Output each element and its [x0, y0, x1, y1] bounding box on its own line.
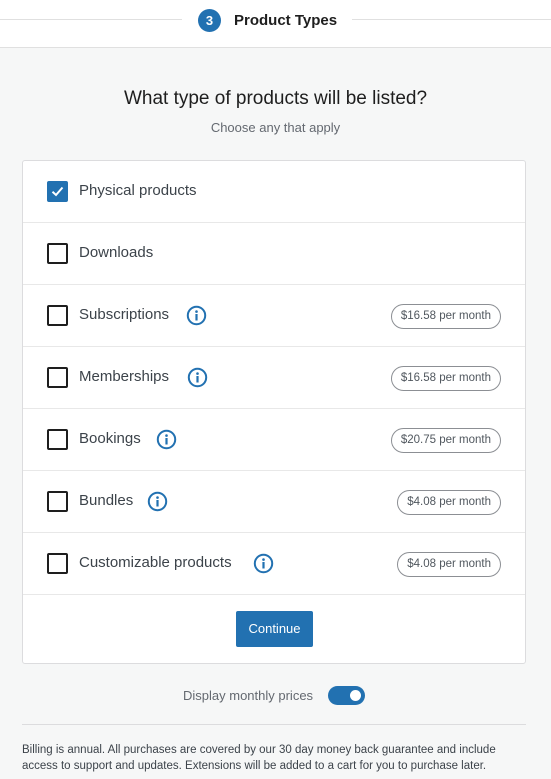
continue-button[interactable]: Continue	[236, 611, 313, 647]
info-icon[interactable]	[147, 491, 168, 512]
option-row-customizable-products[interactable]: Customizable products $4.08 per month	[23, 533, 525, 595]
price-badge: $4.08 per month	[397, 490, 501, 515]
option-label: Memberships	[79, 368, 170, 385]
option-row-bookings[interactable]: Bookings $20.75 per month	[23, 409, 525, 471]
product-types-card: Physical products Downloads Subscription…	[22, 160, 526, 664]
price-badge: $20.75 per month	[390, 428, 501, 453]
price-badge: $16.58 per month	[390, 304, 501, 329]
memberships-checkbox[interactable]	[47, 367, 68, 388]
info-icon[interactable]	[156, 429, 177, 450]
price-badge: $16.58 per month	[390, 366, 501, 391]
billing-footnote: Billing is annual. All purchases are cov…	[22, 744, 496, 772]
toggle-knob	[350, 690, 361, 701]
option-row-bundles[interactable]: Bundles $4.08 per month	[23, 471, 525, 533]
current-step: 3 Product Types	[198, 8, 337, 32]
info-icon[interactable]	[186, 305, 207, 326]
bookings-checkbox[interactable]	[47, 429, 68, 450]
page-title: What type of products will be listed?	[123, 88, 428, 109]
monthly-prices-toggle-row: Display monthly prices	[0, 686, 551, 706]
subscriptions-checkbox[interactable]	[47, 305, 68, 326]
bundles-checkbox[interactable]	[47, 491, 68, 512]
physical-products-checkbox[interactable]	[47, 181, 68, 202]
step-title: Product Types	[234, 11, 338, 29]
option-label: Physical products	[79, 182, 197, 199]
toggle-label: Display monthly prices	[183, 688, 314, 703]
wizard-header: 3 Product Types	[0, 0, 551, 48]
stepper-line-left	[0, 19, 182, 20]
option-label: Customizable products	[79, 554, 232, 571]
divider	[22, 724, 526, 725]
checkmark-icon	[51, 186, 64, 197]
info-icon[interactable]	[187, 367, 208, 388]
option-label: Downloads	[79, 244, 154, 261]
stepper-line-right	[352, 19, 551, 20]
option-label: Bundles	[79, 492, 134, 509]
step-number-badge: 3	[198, 8, 221, 32]
monthly-prices-toggle[interactable]	[328, 686, 365, 705]
option-label: Bookings	[79, 430, 141, 447]
price-badge: $4.08 per month	[397, 552, 501, 577]
option-row-physical-products[interactable]: Physical products	[23, 161, 525, 223]
page-subtitle: Choose any that apply	[210, 120, 341, 135]
option-row-subscriptions[interactable]: Subscriptions $16.58 per month	[23, 285, 525, 347]
option-row-downloads[interactable]: Downloads	[23, 223, 525, 285]
info-icon[interactable]	[253, 553, 274, 574]
downloads-checkbox[interactable]	[47, 243, 68, 264]
option-label: Subscriptions	[79, 306, 170, 323]
customizable-products-checkbox[interactable]	[47, 553, 68, 574]
option-row-memberships[interactable]: Memberships $16.58 per month	[23, 347, 525, 409]
